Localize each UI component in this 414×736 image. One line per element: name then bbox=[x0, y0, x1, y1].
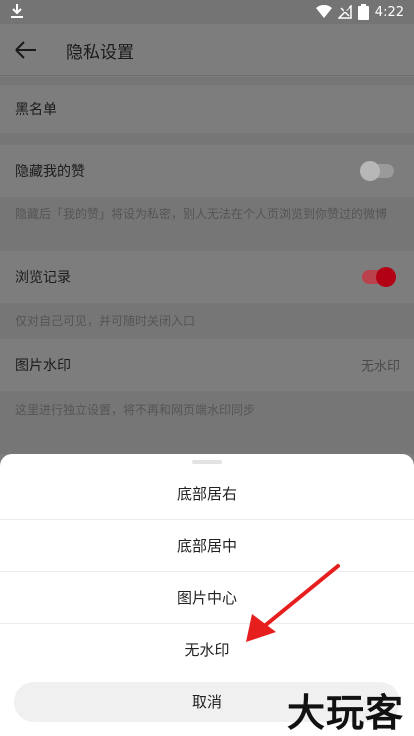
section-gap bbox=[0, 77, 414, 85]
watermark-label: 图片水印 bbox=[15, 358, 71, 374]
watermark-hint: 这里进行独立设置，将不再和网页端水印同步 bbox=[0, 391, 414, 454]
status-time: 4:22 bbox=[374, 4, 404, 20]
option-bottom-right[interactable]: 底部居右 bbox=[0, 468, 414, 520]
status-bar: 2 4:22 bbox=[0, 0, 414, 24]
blacklist-row[interactable]: 黑名单 bbox=[0, 85, 414, 133]
browse-history-hint: 仅对自己可见，并可随时关闭入口 bbox=[0, 303, 414, 339]
toggle-knob bbox=[376, 267, 396, 287]
overlay-watermark-text: 大玩客 bbox=[286, 691, 404, 735]
blacklist-label: 黑名单 bbox=[15, 102, 57, 118]
download-icon bbox=[11, 4, 23, 18]
watermark-row[interactable]: 图片水印 无水印 bbox=[0, 339, 414, 391]
browse-history-toggle[interactable] bbox=[362, 267, 396, 287]
browse-history-row: 浏览记录 bbox=[0, 251, 414, 303]
browse-history-label: 浏览记录 bbox=[15, 270, 71, 286]
watermark-value: 无水印 bbox=[360, 359, 400, 375]
sheet-grabber[interactable] bbox=[192, 460, 222, 464]
option-bottom-center[interactable]: 底部居中 bbox=[0, 520, 414, 572]
battery-icon bbox=[357, 4, 369, 20]
app-bar: 隐私设置 bbox=[0, 24, 414, 76]
option-image-center[interactable]: 图片中心 bbox=[0, 572, 414, 624]
battery-level: 2 bbox=[343, 4, 350, 15]
hide-likes-label: 隐藏我的赞 bbox=[15, 164, 85, 180]
hide-likes-hint: 隐藏后「我的赞」将设为私密，别人无法在个人页浏览到你赞过的微博 bbox=[0, 197, 414, 251]
hide-likes-toggle[interactable] bbox=[360, 161, 394, 181]
hide-likes-row: 隐藏我的赞 bbox=[0, 145, 414, 197]
page-title: 隐私设置 bbox=[66, 43, 134, 63]
wifi-icon bbox=[315, 5, 332, 18]
option-no-watermark[interactable]: 无水印 bbox=[0, 624, 414, 676]
back-arrow-icon[interactable] bbox=[12, 36, 40, 64]
section-gap bbox=[0, 133, 414, 145]
toggle-knob bbox=[360, 161, 380, 181]
